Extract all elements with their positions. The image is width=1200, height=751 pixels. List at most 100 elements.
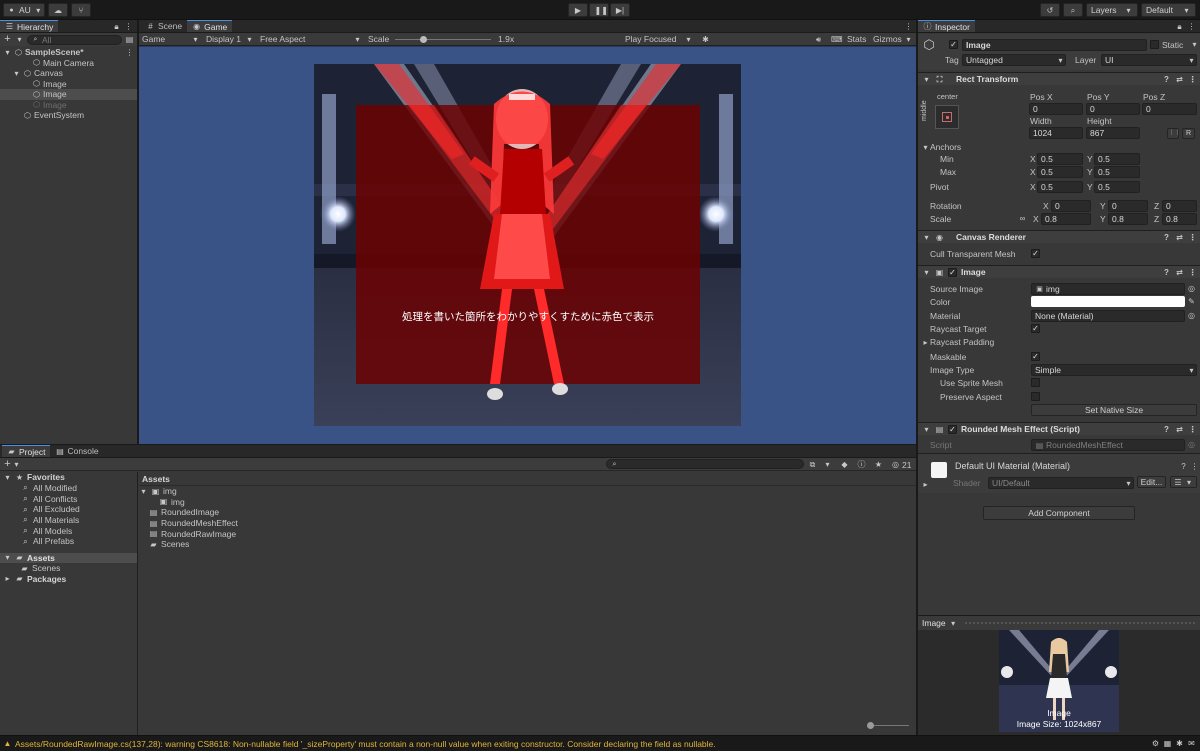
more-icon[interactable]: ⋮ <box>1190 462 1199 471</box>
pos-y-field[interactable]: 0 <box>1086 103 1140 115</box>
scale-slider-handle[interactable] <box>420 36 427 43</box>
more-icon[interactable]: ⋮ <box>1188 268 1197 277</box>
foldout-arrow-icon[interactable] <box>12 111 21 120</box>
rounded-mesh-header[interactable]: ▾ ▤ ✓ Rounded Mesh Effect (Script) ? ⇄ ⋮ <box>918 422 1200 435</box>
image-enabled-checkbox[interactable]: ✓ <box>948 267 957 277</box>
cache-icon[interactable]: ▦ <box>1163 739 1172 748</box>
stats-button[interactable]: Stats <box>847 34 866 44</box>
more-icon[interactable]: ⋮ <box>1188 233 1197 242</box>
tab-inspector[interactable]: ⓘ Inspector <box>918 20 975 32</box>
progress-icon[interactable]: ⚙ <box>1151 739 1160 748</box>
use-sprite-mesh-checkbox[interactable] <box>1031 378 1040 387</box>
hierarchy-item[interactable]: ▾ ⬡ SampleScene* ⋮ <box>0 47 137 58</box>
hierarchy-item[interactable]: ⬡ Image <box>0 100 137 111</box>
account-dropdown[interactable]: ● AU ▾ <box>3 3 45 17</box>
more-icon[interactable]: ⋮ <box>1188 75 1197 84</box>
width-field[interactable]: 1024 <box>1029 127 1083 139</box>
foldout-arrow-icon[interactable] <box>21 58 30 67</box>
filter-icon[interactable]: ▤ <box>125 35 134 44</box>
help-icon[interactable]: ? <box>1162 75 1171 84</box>
search-by-type-icon[interactable]: ⧉ <box>808 460 817 469</box>
chevron-down-icon[interactable]: ▾ <box>1190 40 1199 49</box>
help-icon[interactable]: ? <box>1179 462 1188 471</box>
foldout-arrow-icon[interactable]: ▾ <box>3 48 12 57</box>
tab-console[interactable]: ▤ Console <box>50 445 103 457</box>
maskable-checkbox[interactable]: ✓ <box>1031 352 1040 361</box>
display-dropdown[interactable]: Display 1 ▾ <box>206 34 254 44</box>
folder-item[interactable]: ▰ Scenes <box>0 563 137 574</box>
more-icon[interactable]: ⋮ <box>1187 22 1196 31</box>
max-x-field[interactable]: 0.5 <box>1037 166 1083 178</box>
edit-shader-button[interactable]: Edit... <box>1137 476 1166 488</box>
raycast-padding-label[interactable]: Raycast Padding <box>930 337 994 347</box>
search-by-type-dropdown-icon[interactable]: ▾ <box>823 460 832 469</box>
star-icon[interactable]: ★ <box>874 460 883 469</box>
help-icon[interactable]: ? <box>1162 233 1171 242</box>
object-picker-icon[interactable]: ◎ <box>1187 284 1196 293</box>
search-button[interactable]: ⌕ <box>1063 3 1083 17</box>
foldout-arrow-icon[interactable] <box>21 100 30 109</box>
play-button[interactable]: ▶ <box>568 3 588 17</box>
pos-z-field[interactable]: 0 <box>1142 103 1197 115</box>
foldout-arrow-icon[interactable]: ▸ <box>921 338 930 347</box>
breadcrumb-assets[interactable]: Assets <box>142 474 170 484</box>
file-item[interactable]: ▰ Scenes <box>139 539 916 550</box>
file-item[interactable]: ▤ RoundedRawImage <box>139 528 916 539</box>
rounded-enabled-checkbox[interactable]: ✓ <box>948 424 957 434</box>
message-icon[interactable]: ✉ <box>1187 739 1196 748</box>
source-image-field[interactable]: ▣ img <box>1031 283 1185 295</box>
min-x-field[interactable]: 0.5 <box>1037 153 1083 165</box>
rect-transform-header[interactable]: ▾ ⛶ Rect Transform ? ⇄ ⋮ <box>918 72 1200 85</box>
layer-dropdown[interactable]: UI ▾ <box>1101 54 1197 66</box>
gizmos-button[interactable]: Gizmos <box>873 34 902 44</box>
file-item[interactable]: ▤ RoundedMeshEffect <box>139 518 916 529</box>
icon-size-slider-handle[interactable] <box>867 722 874 729</box>
debug-icon[interactable]: ✱ <box>1175 739 1184 748</box>
foldout-arrow-icon[interactable] <box>21 79 30 88</box>
lock-icon[interactable]: 🔒︎ <box>1175 22 1184 31</box>
tab-hierarchy[interactable]: ☰ Hierarchy <box>0 20 59 32</box>
hierarchy-item[interactable]: ⬡ Image <box>0 89 137 100</box>
favorites-header[interactable]: ▾ ★ Favorites <box>0 472 137 483</box>
tab-game[interactable]: ◉ Game <box>187 20 233 32</box>
pivot-y-field[interactable]: 0.5 <box>1094 181 1140 193</box>
favorite-item[interactable]: ⌕ All Conflicts <box>0 493 137 504</box>
add-component-button[interactable]: Add Component <box>983 506 1135 520</box>
add-icon[interactable]: + <box>3 459 12 470</box>
aspect-dropdown[interactable]: Free Aspect ▾ <box>260 34 362 44</box>
chevron-down-icon[interactable]: ▾ <box>904 35 913 44</box>
chevron-down-icon[interactable]: ▾ <box>12 460 21 469</box>
active-checkbox[interactable]: ✓ <box>949 40 958 49</box>
label-icon[interactable]: ◆ <box>840 460 849 469</box>
rot-x-field[interactable]: 0 <box>1051 200 1091 212</box>
shader-dropdown[interactable]: UI/Default ▾ <box>988 477 1134 489</box>
cloud-button[interactable]: ☁ <box>48 3 68 17</box>
tab-project[interactable]: ▰ Project <box>2 445 51 457</box>
pause-button[interactable]: ❚❚ <box>589 3 609 17</box>
scale-z-field[interactable]: 0.8 <box>1162 213 1197 225</box>
hierarchy-item[interactable]: ▾ ⬡ Canvas <box>0 68 137 79</box>
scale-y-field[interactable]: 0.8 <box>1108 213 1148 225</box>
cull-checkbox[interactable]: ✓ <box>1031 249 1040 258</box>
layers-dropdown[interactable]: Layers ▾ <box>1086 3 1138 17</box>
tab-scene[interactable]: # Scene <box>141 20 187 32</box>
packages-folder-item[interactable]: ▸ ▰ Packages <box>0 574 137 585</box>
height-field[interactable]: 867 <box>1086 127 1140 139</box>
anchor-preset-button[interactable] <box>935 105 959 129</box>
favorite-item[interactable]: ⌕ All Materials <box>0 515 137 526</box>
project-search-input[interactable]: ⌕ <box>606 459 804 469</box>
blueprint-button[interactable]: ⋮⋮ <box>1167 128 1181 139</box>
play-focused-dropdown[interactable]: Play Focused ▾ <box>625 34 693 44</box>
preset-icon[interactable]: ⇄ <box>1175 233 1184 242</box>
lock-icon[interactable]: 🔒︎ <box>112 22 121 31</box>
assets-folder-item[interactable]: ▾ ▰ Assets <box>0 552 137 564</box>
favorite-item[interactable]: ⌕ All Models <box>0 525 137 536</box>
preset-icon[interactable]: ⇄ <box>1175 268 1184 277</box>
foldout-arrow-icon[interactable]: ▸ <box>921 480 930 489</box>
bug-icon[interactable]: ✱ <box>701 35 710 44</box>
link-icon[interactable]: ∞ <box>1018 214 1027 223</box>
log-icon[interactable]: ⓘ <box>857 460 866 469</box>
canvas-renderer-header[interactable]: ▾ ◉ Canvas Renderer ? ⇄ ⋮ <box>918 230 1200 243</box>
object-name-field[interactable]: Image <box>962 39 1147 51</box>
more-icon[interactable]: ⋮ <box>124 22 133 31</box>
